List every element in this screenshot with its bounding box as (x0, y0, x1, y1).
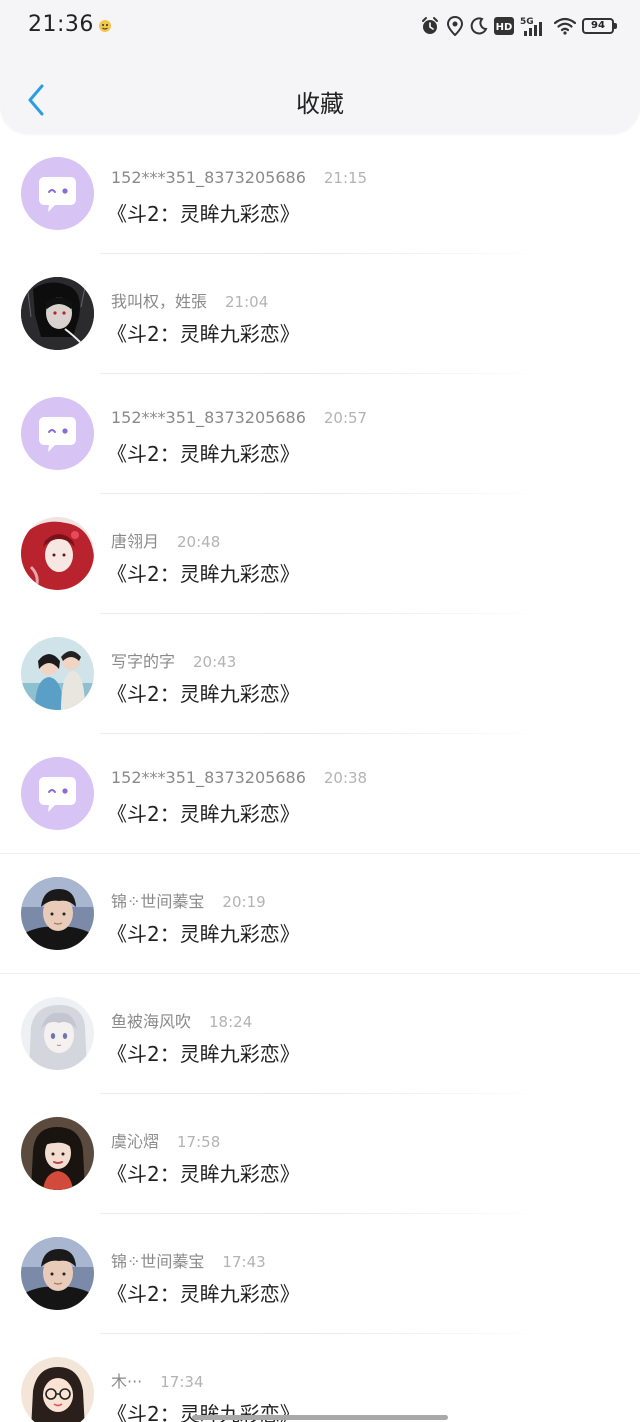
item-time: 20:19 (222, 893, 266, 911)
page-title: 收藏 (296, 90, 344, 118)
default-avatar[interactable] (21, 397, 94, 470)
item-content: 《斗2：灵眸九彩恋》 (107, 202, 300, 226)
user-name[interactable]: 152***351_8373205686 (111, 768, 306, 787)
user-avatar-dark[interactable] (21, 277, 94, 350)
item-time: 17:34 (160, 1373, 204, 1391)
item-meta: 我叫权，姓張 21:04 (111, 288, 268, 312)
network-label: 5G (520, 17, 534, 27)
item-time: 17:58 (177, 1133, 221, 1151)
signal-icon: 5G (520, 15, 548, 37)
list-item[interactable]: 锦⁘世间蓁宝 17:43 《斗2：灵眸九彩恋》 (0, 1214, 640, 1334)
item-content: 《斗2：灵眸九彩恋》 (107, 682, 300, 706)
user-avatar-glasses[interactable] (21, 1357, 94, 1422)
list-item[interactable]: 唐翎月 20:48 《斗2：灵眸九彩恋》 (0, 494, 640, 614)
item-content: 《斗2：灵眸九彩恋》 (107, 1282, 300, 1306)
user-name[interactable]: 唐翎月 (111, 528, 159, 552)
user-name[interactable]: 虞沁熠 (111, 1128, 159, 1152)
top-bar: 21:36 HD 5G 94 收藏 (0, 0, 640, 134)
user-name[interactable]: 我叫权，姓張 (111, 288, 207, 312)
item-time: 17:43 (222, 1253, 266, 1271)
status-time: 21:36 (28, 12, 94, 37)
nav-bar: 收藏 (0, 66, 640, 134)
user-avatar-red[interactable] (21, 517, 94, 590)
item-time: 18:24 (209, 1013, 253, 1031)
user-avatar-boy[interactable] (21, 877, 94, 950)
item-time: 20:57 (323, 409, 368, 427)
moon-icon (470, 17, 488, 35)
item-content: 《斗2：灵眸九彩恋》 (107, 442, 300, 466)
favorites-list: 152***351_8373205686 21:15 《斗2：灵眸九彩恋》 我叫权，姓… (0, 134, 640, 1422)
item-meta: 虞沁熠 17:58 (111, 1128, 220, 1152)
location-icon (446, 16, 464, 36)
user-name[interactable]: 木··· (111, 1368, 142, 1392)
item-content: 《斗2：灵眸九彩恋》 (107, 322, 300, 346)
user-avatar-couple[interactable] (21, 637, 94, 710)
item-meta: 锦⁘世间蓁宝 20:19 (111, 888, 266, 912)
battery-level: 94 (591, 20, 605, 31)
item-content: 《斗2：灵眸九彩恋》 (107, 922, 300, 946)
item-time: 21:04 (225, 293, 269, 311)
user-avatar-boy[interactable] (21, 1237, 94, 1310)
app-notification-icon (98, 18, 112, 32)
list-item[interactable]: 152***351_8373205686 20:38 《斗2：灵眸九彩恋》 (0, 734, 640, 854)
user-name[interactable]: 152***351_8373205686 (111, 168, 306, 187)
item-meta: 152***351_8373205686 20:57 (111, 408, 367, 427)
item-meta: 152***351_8373205686 21:15 (111, 168, 367, 187)
user-name[interactable]: 152***351_8373205686 (111, 408, 306, 427)
screen: 21:36 HD 5G 94 收藏 152***351_8373205686 2… (0, 0, 640, 1422)
item-time: 20:43 (193, 653, 237, 671)
item-content: 《斗2：灵眸九彩恋》 (107, 1042, 300, 1066)
item-meta: 唐翎月 20:48 (111, 528, 220, 552)
home-indicator[interactable] (192, 1415, 448, 1420)
user-avatar-girl[interactable] (21, 1117, 94, 1190)
item-meta: 鱼被海风吹 18:24 (111, 1008, 252, 1032)
item-time: 21:15 (323, 169, 368, 187)
status-icons: HD 5G 94 (420, 14, 617, 38)
alarm-icon (420, 16, 440, 36)
list-item[interactable]: 木··· 17:34 《斗2：灵眸九彩恋》 (0, 1334, 640, 1422)
list-item[interactable]: 鱼被海风吹 18:24 《斗2：灵眸九彩恋》 (0, 974, 640, 1094)
list-item[interactable]: 我叫权，姓張 21:04 《斗2：灵眸九彩恋》 (0, 254, 640, 374)
user-name[interactable]: 鱼被海风吹 (111, 1008, 191, 1032)
item-meta: 写字的字 20:43 (111, 648, 236, 672)
list-item[interactable]: 写字的字 20:43 《斗2：灵眸九彩恋》 (0, 614, 640, 734)
list-item[interactable]: 152***351_8373205686 21:15 《斗2：灵眸九彩恋》 (0, 134, 640, 254)
status-bar: 21:36 HD 5G 94 (0, 0, 640, 52)
hd-icon: HD (494, 17, 514, 35)
item-meta: 锦⁘世间蓁宝 17:43 (111, 1248, 266, 1272)
item-meta: 木··· 17:34 (111, 1368, 204, 1392)
user-avatar-anime[interactable] (21, 997, 94, 1070)
user-name[interactable]: 锦⁘世间蓁宝 (111, 1248, 204, 1272)
item-content: 《斗2：灵眸九彩恋》 (107, 1162, 300, 1186)
user-name[interactable]: 锦⁘世间蓁宝 (111, 888, 204, 912)
item-time: 20:48 (177, 533, 221, 551)
item-meta: 152***351_8373205686 20:38 (111, 768, 367, 787)
list-item[interactable]: 锦⁘世间蓁宝 20:19 《斗2：灵眸九彩恋》 (0, 854, 640, 974)
wifi-icon (554, 17, 576, 35)
user-name[interactable]: 写字的字 (111, 648, 175, 672)
list-item[interactable]: 152***351_8373205686 20:57 《斗2：灵眸九彩恋》 (0, 374, 640, 494)
item-time: 20:38 (323, 769, 368, 787)
item-content: 《斗2：灵眸九彩恋》 (107, 802, 300, 826)
list-item[interactable]: 虞沁熠 17:58 《斗2：灵眸九彩恋》 (0, 1094, 640, 1214)
item-content: 《斗2：灵眸九彩恋》 (107, 562, 300, 586)
default-avatar[interactable] (21, 157, 94, 230)
default-avatar[interactable] (21, 757, 94, 830)
hd-badge-text: HD (496, 22, 513, 33)
battery-icon: 94 (582, 18, 617, 34)
